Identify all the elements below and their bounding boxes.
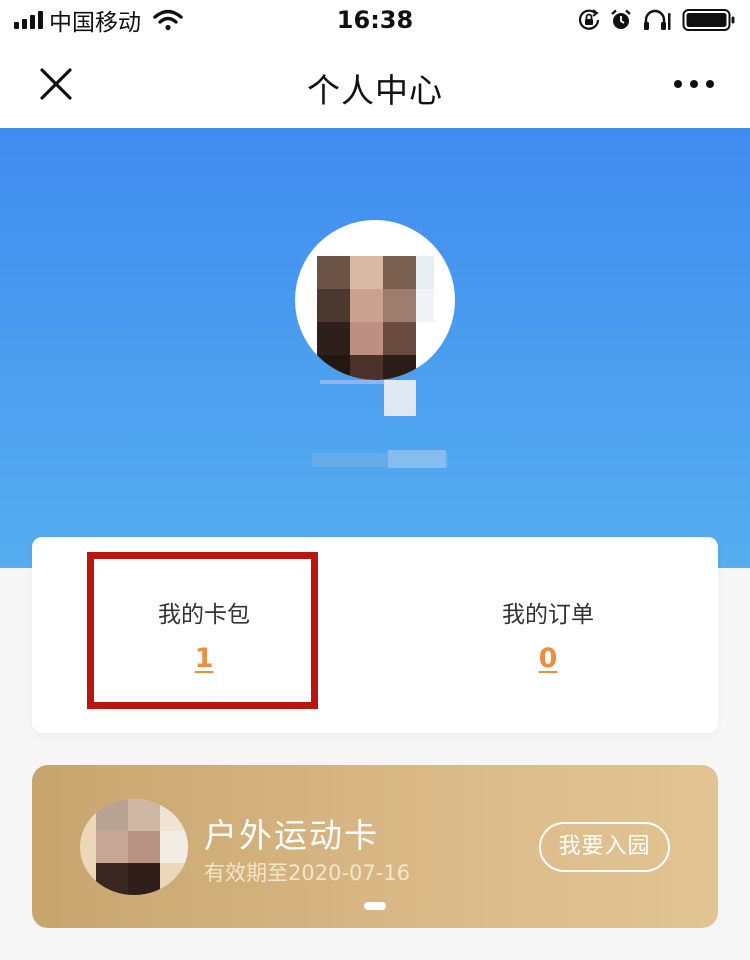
card-title: 户外运动卡	[204, 816, 379, 855]
phone-blur-2	[388, 450, 446, 468]
headphones-icon	[644, 9, 671, 30]
page-title: 个人中心	[307, 71, 443, 110]
battery-icon	[682, 9, 735, 31]
member-card[interactable]: 户外运动卡 有效期至2020-07-16 我要入园	[32, 765, 718, 928]
status-bar: 中国移动 16:38	[0, 0, 750, 40]
orders-label: 我的订单	[502, 602, 594, 628]
status-right	[578, 7, 736, 33]
carousel-indicator	[364, 902, 386, 910]
card-avatar	[80, 799, 188, 895]
avatar[interactable]	[295, 220, 455, 380]
enter-park-button[interactable]: 我要入园	[539, 822, 670, 872]
highlight-box	[87, 552, 318, 709]
orientation-lock-icon	[578, 9, 600, 30]
my-orders[interactable]: 我的订单 0	[433, 595, 663, 674]
card-expiry: 有效期至2020-07-16	[204, 861, 411, 885]
more-icon[interactable]	[672, 72, 716, 96]
profile-header	[0, 128, 750, 568]
alarm-icon	[611, 9, 631, 29]
orders-count[interactable]: 0	[433, 643, 663, 674]
navbar: 个人中心	[0, 40, 750, 128]
name-blur-line	[320, 380, 384, 384]
name-blur	[384, 380, 416, 416]
